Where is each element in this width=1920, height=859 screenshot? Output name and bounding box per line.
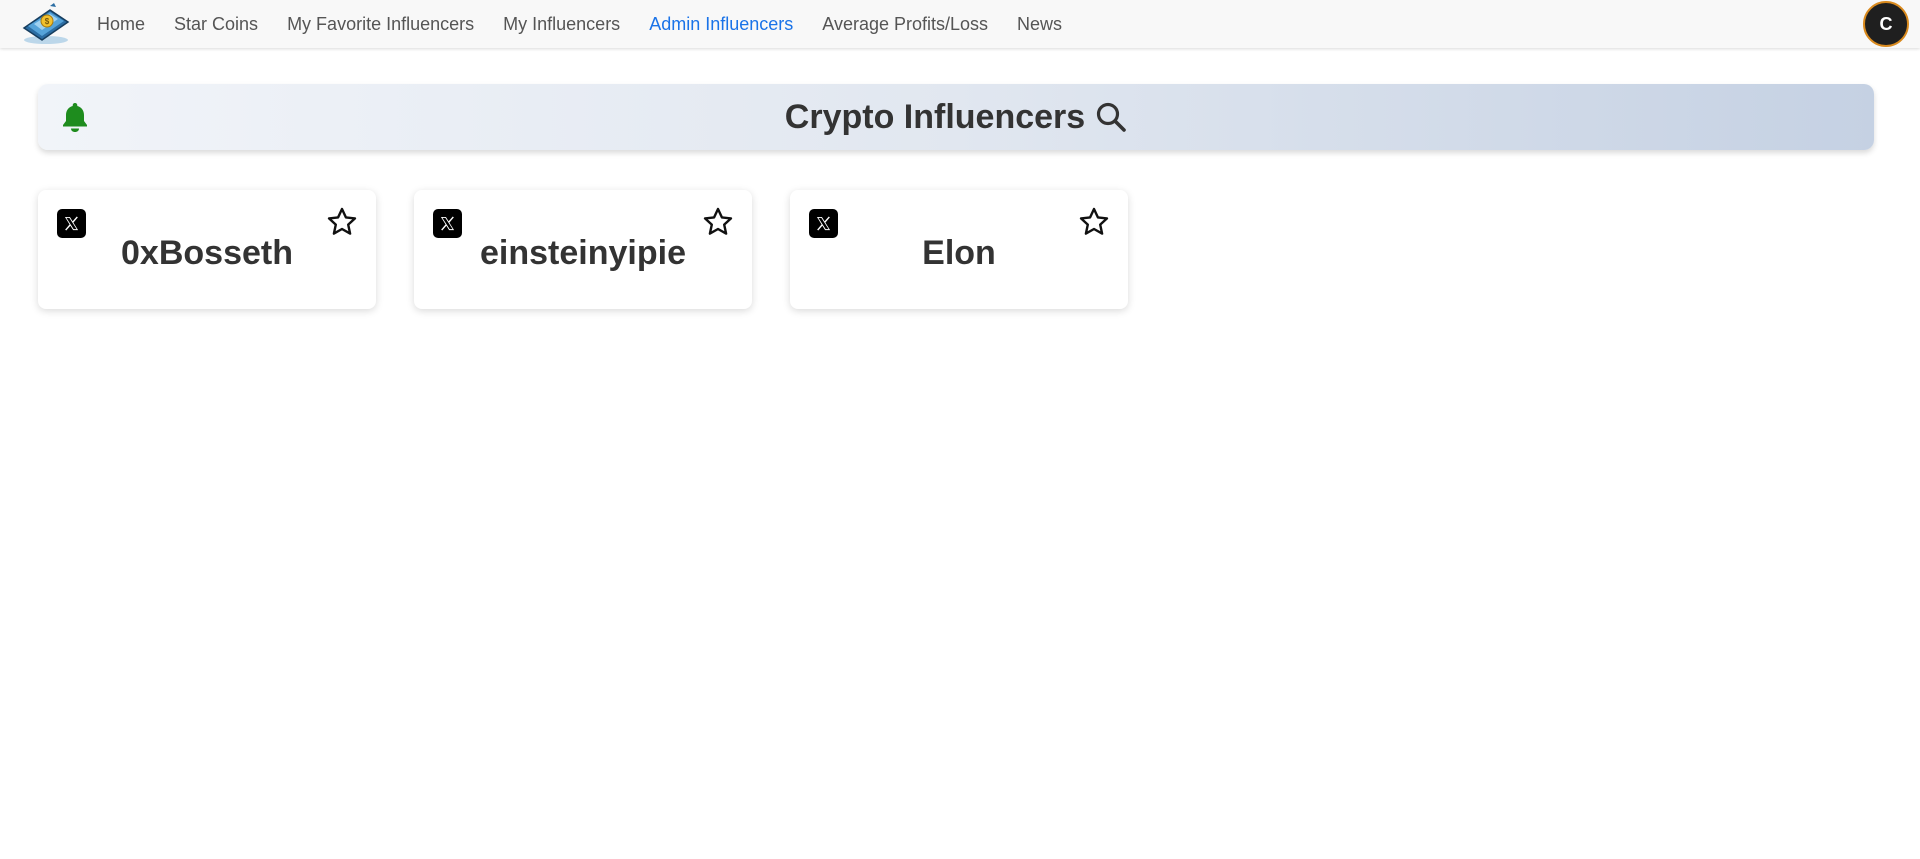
influencer-card[interactable]: Elon [790, 190, 1128, 309]
x-logo-glyph [64, 216, 79, 231]
x-logo-glyph [440, 216, 455, 231]
user-avatar[interactable]: C [1863, 1, 1909, 47]
svg-text:$: $ [45, 17, 50, 26]
influencer-name: Elon [922, 234, 996, 272]
page-title: Crypto Influencers [784, 97, 1086, 136]
nav-links: Home Star Coins My Favorite Influencers … [97, 0, 1091, 48]
nav-news[interactable]: News [1017, 14, 1062, 35]
influencer-card[interactable]: 0xBosseth [38, 190, 376, 309]
nav-my-influencers[interactable]: My Influencers [503, 14, 620, 35]
influencer-card[interactable]: einsteinyipie [414, 190, 752, 309]
top-navbar: $ Home Star Coins My Favorite Influencer… [0, 0, 1920, 48]
app-logo[interactable]: $ [20, 2, 72, 46]
influencer-name: einsteinyipie [480, 234, 686, 272]
nav-star-coins[interactable]: Star Coins [174, 14, 258, 35]
page-header-banner: Crypto Influencers [38, 84, 1874, 150]
nav-home[interactable]: Home [97, 14, 145, 35]
x-logo-glyph [816, 216, 831, 231]
influencer-name: 0xBosseth [121, 234, 293, 272]
nav-my-favorite-influencers[interactable]: My Favorite Influencers [287, 14, 474, 35]
banner-title-wrap: Crypto Influencers [38, 84, 1874, 150]
nav-admin-influencers[interactable]: Admin Influencers [649, 14, 793, 35]
nav-average-profits-loss[interactable]: Average Profits/Loss [822, 14, 988, 35]
search-icon[interactable] [1095, 101, 1127, 133]
